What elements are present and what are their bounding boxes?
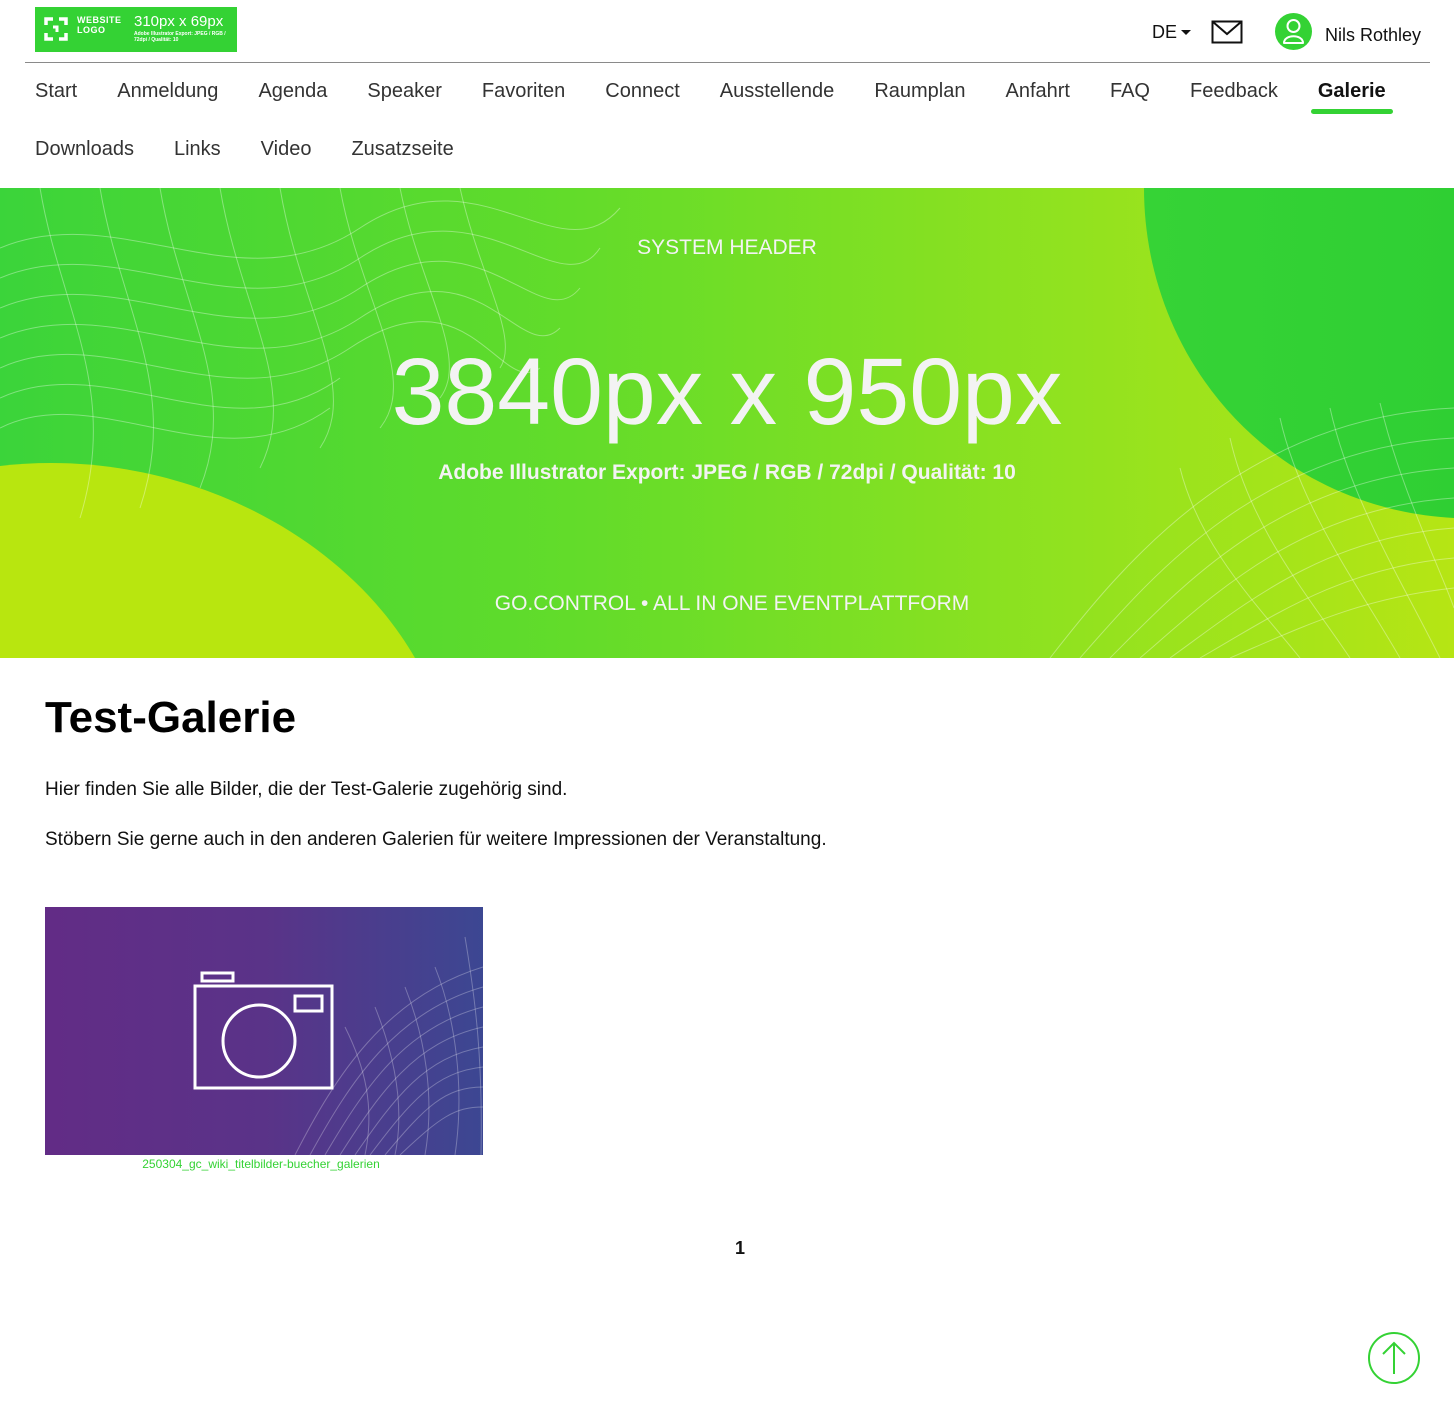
nav-item-video[interactable]: Video	[241, 122, 332, 180]
nav-item-links[interactable]: Links	[154, 122, 241, 180]
hero-label: SYSTEM HEADER	[637, 236, 817, 259]
nav-item-faq[interactable]: FAQ	[1090, 64, 1170, 122]
nav-item-zusatzseite[interactable]: Zusatzseite	[331, 122, 473, 180]
top-bar: WEBSITE LOGO 310px x 69px Adobe Illustra…	[25, 0, 1430, 63]
nav-item-favoriten[interactable]: Favoriten	[462, 64, 585, 122]
logo-size-label: 310px x 69px	[134, 13, 224, 30]
nav-item-anmeldung[interactable]: Anmeldung	[97, 64, 238, 122]
back-to-top-button[interactable]	[1368, 1332, 1420, 1384]
pagination-current-page[interactable]: 1	[728, 1238, 752, 1259]
mail-icon[interactable]	[1211, 20, 1243, 44]
camera-icon	[193, 971, 334, 1090]
nav-item-raumplan[interactable]: Raumplan	[854, 64, 985, 122]
logo-mark-icon	[44, 17, 68, 41]
nav-item-start[interactable]: Start	[15, 64, 97, 122]
page-title: Test-Galerie	[45, 693, 297, 742]
website-logo[interactable]: WEBSITE LOGO 310px x 69px Adobe Illustra…	[35, 7, 237, 52]
intro-paragraph: Hier finden Sie alle Bilder, die der Tes…	[45, 779, 568, 800]
gallery-item[interactable]: 250304_gc_wiki_titelbilder-buecher_galer…	[45, 907, 483, 1171]
nav-item-speaker[interactable]: Speaker	[347, 64, 462, 122]
hero-footer: GO.CONTROL • ALL IN ONE EVENTPLATTFORM	[494, 592, 970, 615]
user-icon	[1283, 19, 1304, 44]
nav-item-agenda[interactable]: Agenda	[238, 64, 347, 122]
user-avatar[interactable]	[1275, 13, 1312, 50]
logo-word: WEBSITE LOGO	[77, 15, 122, 35]
language-label: DE	[1152, 22, 1178, 42]
main-navigation: Start Anmeldung Agenda Speaker Favoriten…	[15, 64, 1425, 180]
arrow-up-icon	[1382, 1341, 1406, 1374]
gallery-caption[interactable]: 250304_gc_wiki_titelbilder-buecher_galer…	[45, 1157, 483, 1171]
logo-spec-label: Adobe Illustrator Export: JPEG / RGB / 7…	[134, 31, 226, 43]
nav-item-anfahrt[interactable]: Anfahrt	[985, 64, 1089, 122]
secondary-paragraph: Stöbern Sie gerne auch in den anderen Ga…	[45, 829, 827, 850]
gallery-thumbnail[interactable]	[45, 907, 483, 1155]
nav-item-downloads[interactable]: Downloads	[15, 122, 154, 180]
nav-item-connect[interactable]: Connect	[585, 64, 700, 122]
caret-down-icon	[1181, 30, 1192, 35]
hero-export-spec: Adobe Illustrator Export: JPEG / RGB / 7…	[438, 461, 1016, 484]
nav-item-feedback[interactable]: Feedback	[1170, 64, 1298, 122]
user-name[interactable]: Nils Rothley	[1325, 25, 1421, 46]
nav-item-ausstellende[interactable]: Ausstellende	[700, 64, 855, 122]
hero-banner: SYSTEM HEADER 3840px x 950px Adobe Illus…	[0, 188, 1454, 658]
hero-dimensions: 3840px x 950px	[391, 339, 1063, 445]
language-selector[interactable]: DE	[1152, 22, 1192, 43]
nav-item-galerie[interactable]: Galerie	[1298, 64, 1406, 122]
